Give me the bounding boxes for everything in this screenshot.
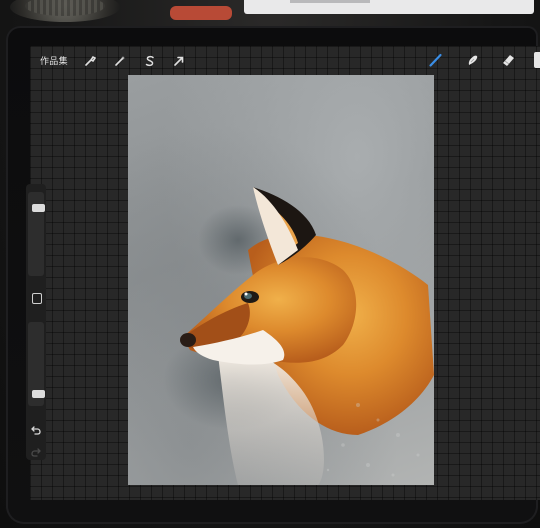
top-toolbar: 作品集 bbox=[30, 46, 540, 74]
magic-wand-icon[interactable] bbox=[113, 54, 127, 68]
gallery-button[interactable]: 作品集 bbox=[40, 56, 68, 68]
fox-painting bbox=[163, 187, 434, 485]
left-sidebar bbox=[26, 184, 46, 460]
background-red-object bbox=[170, 6, 232, 20]
background-monitor-detail bbox=[290, 0, 370, 3]
opacity-slider[interactable] bbox=[28, 322, 45, 406]
layers-icon[interactable] bbox=[534, 52, 540, 68]
arrow-cursor-icon[interactable] bbox=[172, 54, 186, 68]
photo-scene: 作品集 bbox=[0, 0, 540, 528]
eraser-icon[interactable] bbox=[500, 52, 516, 68]
brush-icon[interactable] bbox=[428, 52, 444, 68]
square-modify-icon[interactable] bbox=[32, 293, 42, 304]
brush-size-handle[interactable] bbox=[32, 204, 45, 212]
redo-icon[interactable] bbox=[30, 446, 42, 458]
selection-s-icon[interactable] bbox=[143, 54, 157, 68]
background-monitor bbox=[244, 0, 534, 14]
undo-icon[interactable] bbox=[30, 424, 42, 436]
smudge-icon[interactable] bbox=[465, 52, 481, 68]
artwork-canvas[interactable] bbox=[128, 75, 434, 485]
brush-size-slider[interactable] bbox=[28, 192, 45, 276]
wrench-icon[interactable] bbox=[83, 54, 97, 68]
opacity-handle[interactable] bbox=[32, 390, 45, 398]
